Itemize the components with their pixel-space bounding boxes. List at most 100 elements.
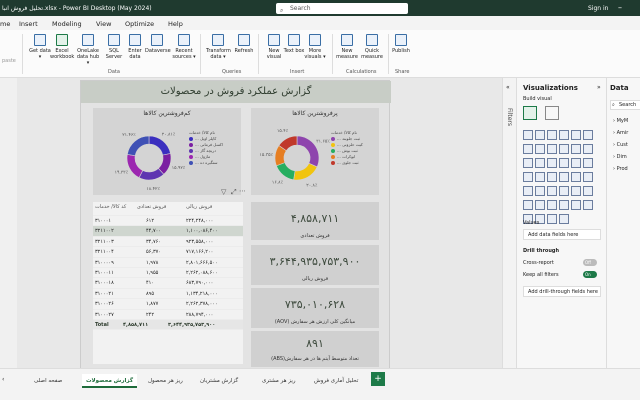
data-table-item[interactable]: › Cust: [613, 142, 628, 148]
add-page-button[interactable]: +: [371, 372, 385, 386]
visual-type-icon[interactable]: [523, 200, 533, 210]
visual-type-icon[interactable]: [559, 214, 569, 224]
new-measure-button[interactable]: New measure: [335, 34, 359, 60]
publish-button[interactable]: Publish: [389, 34, 413, 54]
values-drop-zone[interactable]: Add data fields here: [523, 229, 601, 240]
visual-type-icon[interactable]: [547, 214, 557, 224]
visual-type-icon[interactable]: [535, 200, 545, 210]
data-table-item[interactable]: › Amir: [613, 130, 628, 136]
tab-home[interactable]: صفحه اصلی: [30, 374, 66, 388]
menu-help[interactable]: Help: [168, 20, 183, 28]
get-data-button[interactable]: Get data ▾: [28, 34, 52, 60]
table-row[interactable]: ۲,۲۶۲,۰۸۸,۶۰۰ ۱,۹۵۵ ۳۱۰۰۰۱۱: [93, 268, 243, 279]
table-row[interactable]: ۲۸۸,۷۹۴,۰۰۰ ۲۴۲ ۳۱۰۰۰۲۷: [93, 310, 243, 320]
enter-data-button[interactable]: Enter data: [123, 34, 147, 60]
visual-type-icon[interactable]: [583, 130, 593, 140]
kpi-card-aov[interactable]: ۷۳۵,۰۱۰,۶۲۸ (AOV) میانگین کلی ارزش هر سف…: [251, 288, 379, 328]
visual-type-icon[interactable]: [571, 130, 581, 140]
visual-type-icon[interactable]: [535, 172, 545, 182]
transform-data-button[interactable]: Transform data ▾: [206, 34, 231, 60]
visual-type-icon[interactable]: [559, 172, 569, 182]
visual-type-icon[interactable]: [583, 158, 593, 168]
menu-home[interactable]: me: [0, 20, 10, 28]
quick-measure-button[interactable]: Quick measure: [360, 34, 384, 60]
bottom-products-panel[interactable]: کم‌فروشترین کالاها ۲۰.۸۱٪ ۱۵.۹۲٪ ۱۸.۴۲٪ ۱۹.…: [93, 108, 241, 195]
visual-type-icon[interactable]: [547, 186, 557, 196]
column-header[interactable]: فروش تعدادی: [137, 204, 166, 210]
tab-statistics[interactable]: تحلیل آماری فروش: [310, 374, 362, 388]
donut-slice[interactable]: [148, 135, 171, 156]
more-options-icon[interactable]: ⋯: [239, 187, 246, 195]
focus-mode-icon[interactable]: ⤢: [231, 188, 237, 197]
menu-optimize[interactable]: Optimize: [125, 20, 154, 28]
visual-type-icon[interactable]: [571, 172, 581, 182]
donut-slice[interactable]: [293, 162, 318, 181]
data-search-input[interactable]: ⌕ Search: [610, 100, 640, 110]
dataverse-button[interactable]: Dataverse: [145, 34, 171, 54]
visual-type-icon[interactable]: [535, 186, 545, 196]
table-row[interactable]: ۶۸۳,۷۹۰,۰۰۰ ۴۱۰ ۳۱۰۰۰۱۸: [93, 278, 243, 289]
donut-slice[interactable]: [126, 135, 150, 157]
visual-type-icon[interactable]: [583, 200, 593, 210]
tab-products[interactable]: گزارش محصولات: [82, 374, 138, 388]
table-row[interactable]: ۲,۲۶۲,۳۷۸,۰۰۰ ۱,۸۷۷ ۳۱۰۰۰۲۶: [93, 299, 243, 310]
visual-type-icon[interactable]: [571, 144, 581, 154]
visual-type-icon[interactable]: [583, 186, 593, 196]
collapse-icon[interactable]: «: [506, 84, 510, 91]
more-visuals-button[interactable]: More visuals ▾: [303, 34, 327, 60]
column-header[interactable]: فروش ریالی: [186, 204, 212, 210]
menu-insert[interactable]: Insert: [19, 20, 38, 28]
collapse-icon[interactable]: »: [597, 84, 601, 91]
tab-product-detail[interactable]: ریز هر محصول: [144, 374, 187, 388]
format-visual-icon[interactable]: [545, 106, 559, 120]
menu-modeling[interactable]: Modeling: [52, 20, 82, 28]
tab-customers[interactable]: گزارش مشتریان: [196, 374, 242, 388]
keep-filters-toggle[interactable]: On: [583, 271, 597, 278]
data-table-item[interactable]: › MyM: [613, 118, 628, 124]
table-row[interactable]: ۲۲۴,۲۴۸,۰۰۰ ۶۱۲ ۳۱۰۰۰۱: [93, 216, 243, 227]
minimize-icon[interactable]: –: [618, 3, 622, 12]
donut-slice[interactable]: [276, 162, 296, 181]
donut-slice[interactable]: [138, 167, 165, 181]
cross-report-toggle[interactable]: Off: [583, 259, 597, 266]
table-row[interactable]: ۱,۱۳۴,۲۱۸,۰۰۰ ۸۹۵ ۳۱۰۰۰۲۱: [93, 289, 243, 300]
visual-type-icon[interactable]: [559, 158, 569, 168]
visual-type-icon[interactable]: [559, 200, 569, 210]
column-header[interactable]: کد کالا/ خدمات: [95, 204, 126, 210]
visual-type-icon[interactable]: [571, 158, 581, 168]
refresh-button[interactable]: Refresh: [232, 34, 256, 54]
legend-item[interactable]: ... ستگیره ده: [189, 160, 223, 166]
visual-type-icon[interactable]: [523, 186, 533, 196]
menu-view[interactable]: View: [96, 20, 111, 28]
visual-type-icon[interactable]: [571, 186, 581, 196]
visual-type-icon[interactable]: [523, 158, 533, 168]
filters-pane[interactable]: « Filters: [502, 78, 516, 368]
sign-in-link[interactable]: Sign in: [588, 5, 608, 12]
visual-type-icon[interactable]: [547, 172, 557, 182]
top-products-panel[interactable]: پرفروشترین کالاها ۳۱.۶۵٪ ۲۰.۸٪ ۱۶.۸٪ ۱۵.۳۵٪…: [251, 108, 379, 195]
donut-slice[interactable]: [126, 154, 144, 179]
visual-type-icon[interactable]: [535, 130, 545, 140]
visual-type-icon[interactable]: [523, 172, 533, 182]
table-row[interactable]: ۷۱۷,۱۶۶,۲۰۰ ۵۶,۳۷۰ ۳۲۱۱۰۰۴: [93, 247, 243, 258]
visual-type-icon[interactable]: [559, 186, 569, 196]
search-box[interactable]: ⌕ Search: [276, 3, 408, 14]
table-row[interactable]: ۲,۸۰۱,۶۶۶,۵۰۰ ۱,۹۷۸ ۳۱۰۰۰۰۹: [93, 258, 243, 268]
onelake-button[interactable]: OneLake data hub ▾: [76, 34, 100, 66]
tab-customer-detail[interactable]: ریز هر مشتری: [258, 374, 300, 388]
visual-type-icon[interactable]: [547, 144, 557, 154]
table-row[interactable]: ۱,۱۰۰,۰۸۶,۴۰۰ ۴۴,۷۰۰ ۳۲۱۱۰۰۲: [93, 226, 243, 237]
drill-through-drop-zone[interactable]: Add drill-through fields here: [523, 286, 601, 297]
nav-prev-icon[interactable]: ‹: [2, 376, 4, 383]
visual-type-icon[interactable]: [583, 172, 593, 182]
product-sales-table[interactable]: فروش ریالی فروش تعدادی کد کالا/ خدمات ۲۲…: [93, 202, 243, 364]
visual-type-icon[interactable]: [547, 200, 557, 210]
recent-sources-button[interactable]: Recent sources ▾: [172, 34, 196, 60]
kpi-card-quantity[interactable]: ۴,۸۵۸,۷۱۱ فروش تعدادی: [251, 202, 379, 240]
excel-workbook-button[interactable]: Excel workbook: [50, 34, 74, 60]
visual-type-icon[interactable]: [559, 144, 569, 154]
visual-type-icon[interactable]: [535, 144, 545, 154]
kpi-card-abs[interactable]: ۸۹۱ (ABS)تعداد متوسط آیتم ها در هر سفارش: [251, 331, 379, 367]
visual-type-icon[interactable]: [523, 144, 533, 154]
data-table-item[interactable]: › Prod: [613, 166, 628, 172]
